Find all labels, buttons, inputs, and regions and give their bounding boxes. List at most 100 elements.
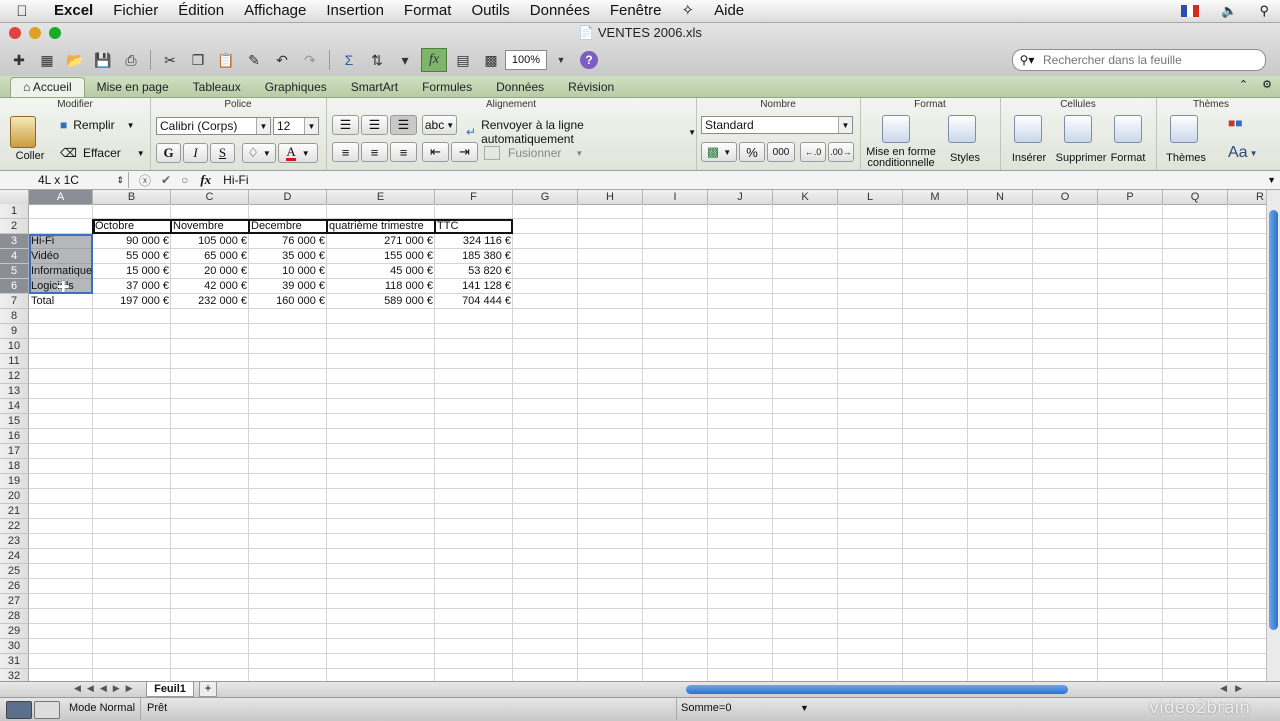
menu-app-excel[interactable]: Excel: [44, 0, 103, 22]
styles-icon[interactable]: [948, 115, 976, 143]
column-header-l[interactable]: L: [838, 190, 903, 204]
cell-b5[interactable]: 15 000 €: [93, 264, 171, 279]
undo-icon[interactable]: ↶: [270, 49, 294, 71]
row-header-5[interactable]: 5: [0, 264, 29, 279]
format-cells-icon[interactable]: [1114, 115, 1142, 143]
column-header-p[interactable]: P: [1098, 190, 1163, 204]
menu-fenetre[interactable]: Fenêtre: [600, 0, 672, 22]
menu-fichier[interactable]: Fichier: [103, 0, 168, 22]
increase-indent-button[interactable]: ⇥: [451, 142, 478, 162]
collapse-ribbon-icon[interactable]: ⌃: [1239, 78, 1248, 91]
row-header-13[interactable]: 13: [0, 384, 29, 399]
row-header-7[interactable]: 7: [0, 294, 29, 309]
page-layout-view-icon[interactable]: [34, 701, 60, 719]
cell-b4[interactable]: 55 000 €: [93, 249, 171, 264]
row-header-15[interactable]: 15: [0, 414, 29, 429]
sort-icon[interactable]: ⇅: [365, 49, 389, 71]
volume-icon[interactable]: 🔈: [1221, 3, 1237, 19]
format-button[interactable]: Format: [1106, 153, 1150, 164]
row-header-3[interactable]: 3: [0, 234, 29, 249]
cell-f5[interactable]: 53 820 €: [435, 264, 513, 279]
cell-c6[interactable]: 42 000 €: [171, 279, 249, 294]
menu-aide[interactable]: Aide: [704, 0, 754, 22]
cell-c3[interactable]: 105 000 €: [171, 234, 249, 249]
column-header-b[interactable]: B: [93, 190, 171, 204]
cell-a3[interactable]: Hi-Fi: [29, 234, 93, 249]
row-header-22[interactable]: 22: [0, 519, 29, 534]
column-header-i[interactable]: I: [643, 190, 708, 204]
row-header-20[interactable]: 20: [0, 489, 29, 504]
cell-c4[interactable]: 65 000 €: [171, 249, 249, 264]
row-header-14[interactable]: 14: [0, 399, 29, 414]
row-header-6[interactable]: 6: [0, 279, 29, 294]
column-header-h[interactable]: H: [578, 190, 643, 204]
cell-a7[interactable]: Total: [29, 294, 93, 309]
inserer-button[interactable]: Insérer: [1004, 153, 1054, 164]
bold-button[interactable]: G: [156, 143, 181, 163]
tab-accueil[interactable]: ⌂ Accueil: [10, 77, 85, 97]
column-header-n[interactable]: N: [968, 190, 1033, 204]
spreadsheet-grid[interactable]: ABCDEFGHIJKLMNOPQR 1 2 3 4 5 6 7 8 9 10 11 12 13 14 15…: [0, 190, 1266, 681]
align-middle-button[interactable]: ☰: [361, 115, 388, 135]
sheet-tab-feuil1[interactable]: Feuil1: [146, 682, 194, 697]
align-top-button[interactable]: ☰: [332, 115, 359, 135]
align-center-button[interactable]: ≡: [361, 142, 388, 162]
paste-clipboard-icon[interactable]: [10, 116, 36, 148]
column-header-j[interactable]: J: [708, 190, 773, 204]
delete-cells-icon[interactable]: [1064, 115, 1092, 143]
theme-fonts-button[interactable]: Aa ▼: [1228, 144, 1258, 162]
zoom-dropdown-icon[interactable]: ▼: [549, 49, 573, 71]
name-box[interactable]: 4L x 1C ⇕: [0, 172, 129, 188]
supprimer-button[interactable]: Supprimer: [1052, 153, 1110, 164]
vertical-scrollbar[interactable]: [1266, 190, 1280, 681]
row-header-18[interactable]: 18: [0, 459, 29, 474]
cell-e5[interactable]: 45 000 €: [327, 264, 435, 279]
align-left-button[interactable]: ≡: [332, 142, 359, 162]
save-icon[interactable]: 💾: [91, 49, 115, 71]
help-button[interactable]: ?: [577, 49, 601, 71]
cell-f2[interactable]: TTC: [435, 219, 513, 234]
cell-d6[interactable]: 39 000 €: [249, 279, 327, 294]
tab-revision[interactable]: Révision: [556, 78, 626, 97]
filter-icon[interactable]: ▾: [393, 49, 417, 71]
column-header-k[interactable]: K: [773, 190, 838, 204]
equals-icon[interactable]: ○: [181, 173, 188, 187]
print-icon[interactable]: ⎙: [119, 49, 143, 71]
row-header-10[interactable]: 10: [0, 339, 29, 354]
cell-e7[interactable]: 589 000 €: [327, 294, 435, 309]
row-header-16[interactable]: 16: [0, 429, 29, 444]
row-header-12[interactable]: 12: [0, 369, 29, 384]
formula-input[interactable]: Hi-Fi: [223, 173, 248, 187]
open-icon[interactable]: 📂: [63, 49, 87, 71]
format-painter-icon[interactable]: ✎: [242, 49, 266, 71]
text-orientation-button[interactable]: abc ▼: [422, 115, 457, 135]
cell-d5[interactable]: 10 000 €: [249, 264, 327, 279]
row-header-2[interactable]: 2: [0, 219, 29, 234]
cell-c7[interactable]: 232 000 €: [171, 294, 249, 309]
cell-f3[interactable]: 324 116 €: [435, 234, 513, 249]
menu-format[interactable]: Format: [394, 0, 462, 22]
row-header-17[interactable]: 17: [0, 444, 29, 459]
effacer-button[interactable]: ⌫ Effacer ▼: [60, 146, 145, 160]
coller-button[interactable]: Coller: [8, 151, 52, 162]
tab-smartart[interactable]: SmartArt: [339, 78, 410, 97]
row-header-26[interactable]: 26: [0, 579, 29, 594]
column-header-e[interactable]: E: [327, 190, 435, 204]
theme-colors-icon[interactable]: ■ ■: [1228, 116, 1243, 130]
tab-graphiques[interactable]: Graphiques: [253, 78, 339, 97]
row-header-30[interactable]: 30: [0, 639, 29, 654]
sheet-navigation-icons[interactable]: ◀◀◀▶▶: [74, 683, 139, 694]
font-size-select[interactable]: 12 ▼: [273, 117, 319, 135]
column-header-g[interactable]: G: [513, 190, 578, 204]
row-header-8[interactable]: 8: [0, 309, 29, 324]
normal-view-icon[interactable]: [6, 701, 32, 719]
media-browser-icon[interactable]: ▤: [451, 49, 475, 71]
decrease-decimal-icon[interactable]: .00→: [828, 142, 854, 162]
cell-f7[interactable]: 704 444 €: [435, 294, 513, 309]
cell-f4[interactable]: 185 380 €: [435, 249, 513, 264]
row-header-4[interactable]: 4: [0, 249, 29, 264]
cancel-entry-icon[interactable]: ⓧ: [139, 172, 151, 189]
ribbon-options-icon[interactable]: ⚙: [1262, 78, 1272, 91]
tab-formules[interactable]: Formules: [410, 78, 484, 97]
tab-mise-en-page[interactable]: Mise en page: [85, 78, 181, 97]
